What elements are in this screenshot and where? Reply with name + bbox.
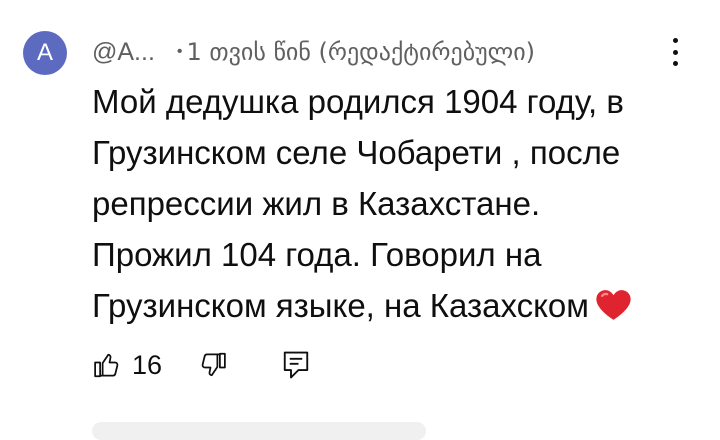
like-button[interactable]: 16 bbox=[92, 350, 162, 381]
thumbs-down-icon bbox=[201, 352, 226, 377]
comment-line-text: Грузинском языке, на Казахском bbox=[92, 287, 589, 324]
comment-line: репрессии жил в Казахстане. bbox=[92, 185, 541, 222]
comment-text: Мой дедушка родился 1904 году, в Грузинс… bbox=[92, 76, 682, 331]
comment-line: Мой дедушка родился 1904 году, в bbox=[92, 83, 624, 120]
reply-icon bbox=[283, 351, 309, 379]
kebab-menu-icon[interactable] bbox=[668, 38, 682, 66]
comment-actions: 16 bbox=[92, 345, 310, 385]
thumbs-up-icon bbox=[94, 353, 119, 378]
comment-timestamp[interactable]: 1 თვის წინ (რედაქტირებული) bbox=[187, 38, 536, 66]
comment-line: Грузинском селе Чобарети , после bbox=[92, 134, 621, 171]
comment-line: Грузинском языке, на Казахском bbox=[92, 280, 682, 331]
separator-dot: • bbox=[176, 43, 183, 60]
replies-bar[interactable] bbox=[92, 422, 426, 440]
dislike-button[interactable] bbox=[198, 350, 228, 380]
author-handle[interactable]: @A... bbox=[92, 38, 155, 67]
comment-line: Прожил 104 года. Говорил на bbox=[92, 236, 542, 273]
red-heart-emoji bbox=[596, 290, 631, 320]
comment-header: @A... • 1 თვის წინ (რედაქტირებული) bbox=[92, 32, 535, 72]
reply-button[interactable] bbox=[282, 350, 310, 380]
like-count: 16 bbox=[132, 349, 163, 380]
avatar[interactable]: A bbox=[23, 31, 67, 75]
